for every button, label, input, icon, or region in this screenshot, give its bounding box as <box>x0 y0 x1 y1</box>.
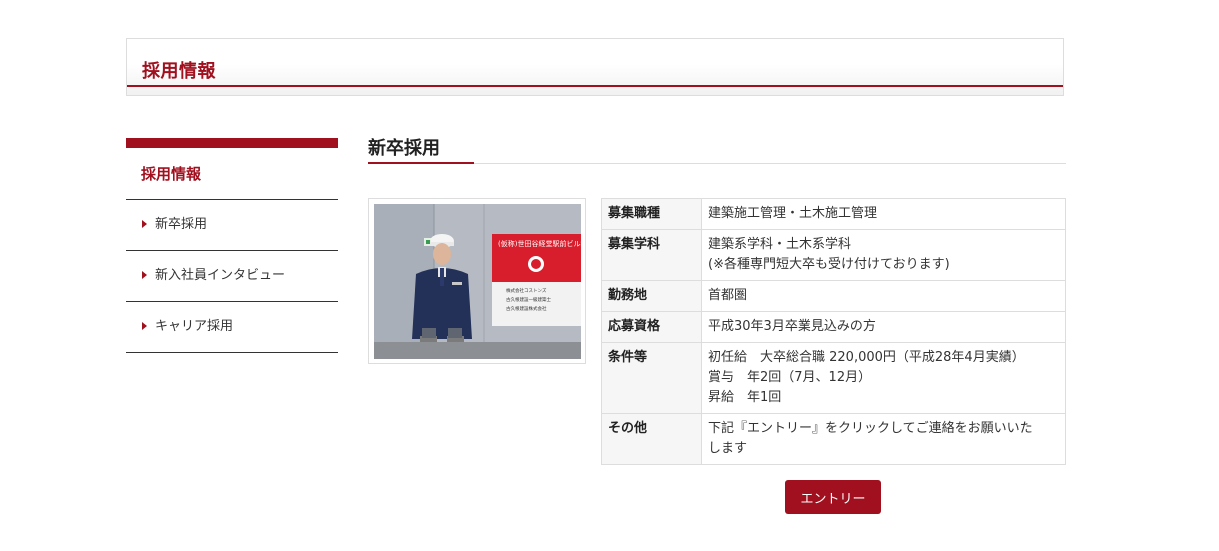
section-title: 新卒採用 <box>368 138 440 159</box>
row-label: 募集学科 <box>601 229 702 281</box>
header-rule <box>127 85 1063 87</box>
sidebar-item-new-graduate[interactable]: 新卒採用 <box>126 200 338 251</box>
sign-title: (仮称)世田谷経堂駅前ビル新 <box>498 239 581 248</box>
recruitment-table: 募集職種 建築施工管理・土木施工管理 募集学科 建築系学科・土木系学科 (※各種… <box>601 198 1066 465</box>
table-row: その他 下記『エントリー』をクリックしてご連絡をお願いいた します <box>601 413 1066 465</box>
row-value-line: 下記『エントリー』をクリックしてご連絡をお願いいた <box>708 421 1033 436</box>
table-row: 募集職種 建築施工管理・土木施工管理 <box>601 198 1066 230</box>
sidebar-item-label: キャリア採用 <box>155 319 234 334</box>
row-label: 勤務地 <box>601 280 702 312</box>
row-value-line: 平成30年3月卒業見込みの方 <box>708 319 876 334</box>
table-row: 応募資格 平成30年3月卒業見込みの方 <box>601 311 1066 343</box>
row-value: 初任給 大卒総合職 220,000円（平成28年4月実績） 賞与 年2回（7月、… <box>701 342 1066 414</box>
row-label: 募集職種 <box>601 198 702 230</box>
sidebar-title[interactable]: 採用情報 <box>126 148 338 200</box>
row-label: その他 <box>601 413 702 465</box>
row-value: 首都圏 <box>701 280 1066 312</box>
sidebar-item-label: 新入社員インタビュー <box>155 268 286 283</box>
row-value-line: (※各種専門短大卒も受け付けております) <box>708 257 950 272</box>
row-value-line: 初任給 大卒総合職 220,000円（平成28年4月実績） <box>708 350 1025 365</box>
row-value: 下記『エントリー』をクリックしてご連絡をお願いいた します <box>701 413 1066 465</box>
caret-right-icon <box>142 220 147 228</box>
entry-button[interactable]: エントリー <box>785 480 881 514</box>
caret-right-icon <box>142 322 147 330</box>
row-value: 建築系学科・土木系学科 (※各種専門短大卒も受け付けております) <box>701 229 1066 281</box>
employee-photo-frame: (仮称)世田谷経堂駅前ビル新 株式会社コストンズ 古久根建設一級建築士 古久根建… <box>368 198 586 364</box>
table-row: 勤務地 首都圏 <box>601 280 1066 312</box>
sidebar-item-interview[interactable]: 新入社員インタビュー <box>126 251 338 302</box>
row-value: 平成30年3月卒業見込みの方 <box>701 311 1066 343</box>
row-value-line: 賞与 年2回（7月、12月） <box>708 370 872 385</box>
row-value-line: します <box>708 441 748 456</box>
row-value-line: 建築施工管理・土木施工管理 <box>708 206 878 221</box>
row-label: 条件等 <box>601 342 702 414</box>
sign-line: 古久根建設一級建築士 <box>506 296 551 303</box>
section-rule-accent <box>368 162 474 164</box>
row-label: 応募資格 <box>601 311 702 343</box>
page-title: 採用情報 <box>142 61 216 82</box>
sign-line: 古久根建設株式会社 <box>506 305 547 312</box>
page-header: 採用情報 <box>126 38 1064 96</box>
employee-photo: (仮称)世田谷経堂駅前ビル新 株式会社コストンズ 古久根建設一級建築士 古久根建… <box>374 204 581 359</box>
sign-line: 株式会社コストンズ <box>506 287 547 294</box>
sidebar-top-bar <box>126 138 338 148</box>
caret-right-icon <box>142 271 147 279</box>
row-value-line: 首都圏 <box>708 288 748 303</box>
sidebar-item-career[interactable]: キャリア採用 <box>126 302 338 353</box>
sidebar-item-label: 新卒採用 <box>155 217 208 232</box>
table-row: 条件等 初任給 大卒総合職 220,000円（平成28年4月実績） 賞与 年2回… <box>601 342 1066 414</box>
table-row: 募集学科 建築系学科・土木系学科 (※各種専門短大卒も受け付けております) <box>601 229 1066 281</box>
employee-photo-illustration: (仮称)世田谷経堂駅前ビル新 株式会社コストンズ 古久根建設一級建築士 古久根建… <box>374 204 581 359</box>
row-value: 建築施工管理・土木施工管理 <box>701 198 1066 230</box>
sidebar: 採用情報 新卒採用 新入社員インタビュー キャリア採用 <box>126 138 338 353</box>
row-value-line: 昇給 年1回 <box>708 390 782 405</box>
row-value-line: 建築系学科・土木系学科 <box>708 237 852 252</box>
